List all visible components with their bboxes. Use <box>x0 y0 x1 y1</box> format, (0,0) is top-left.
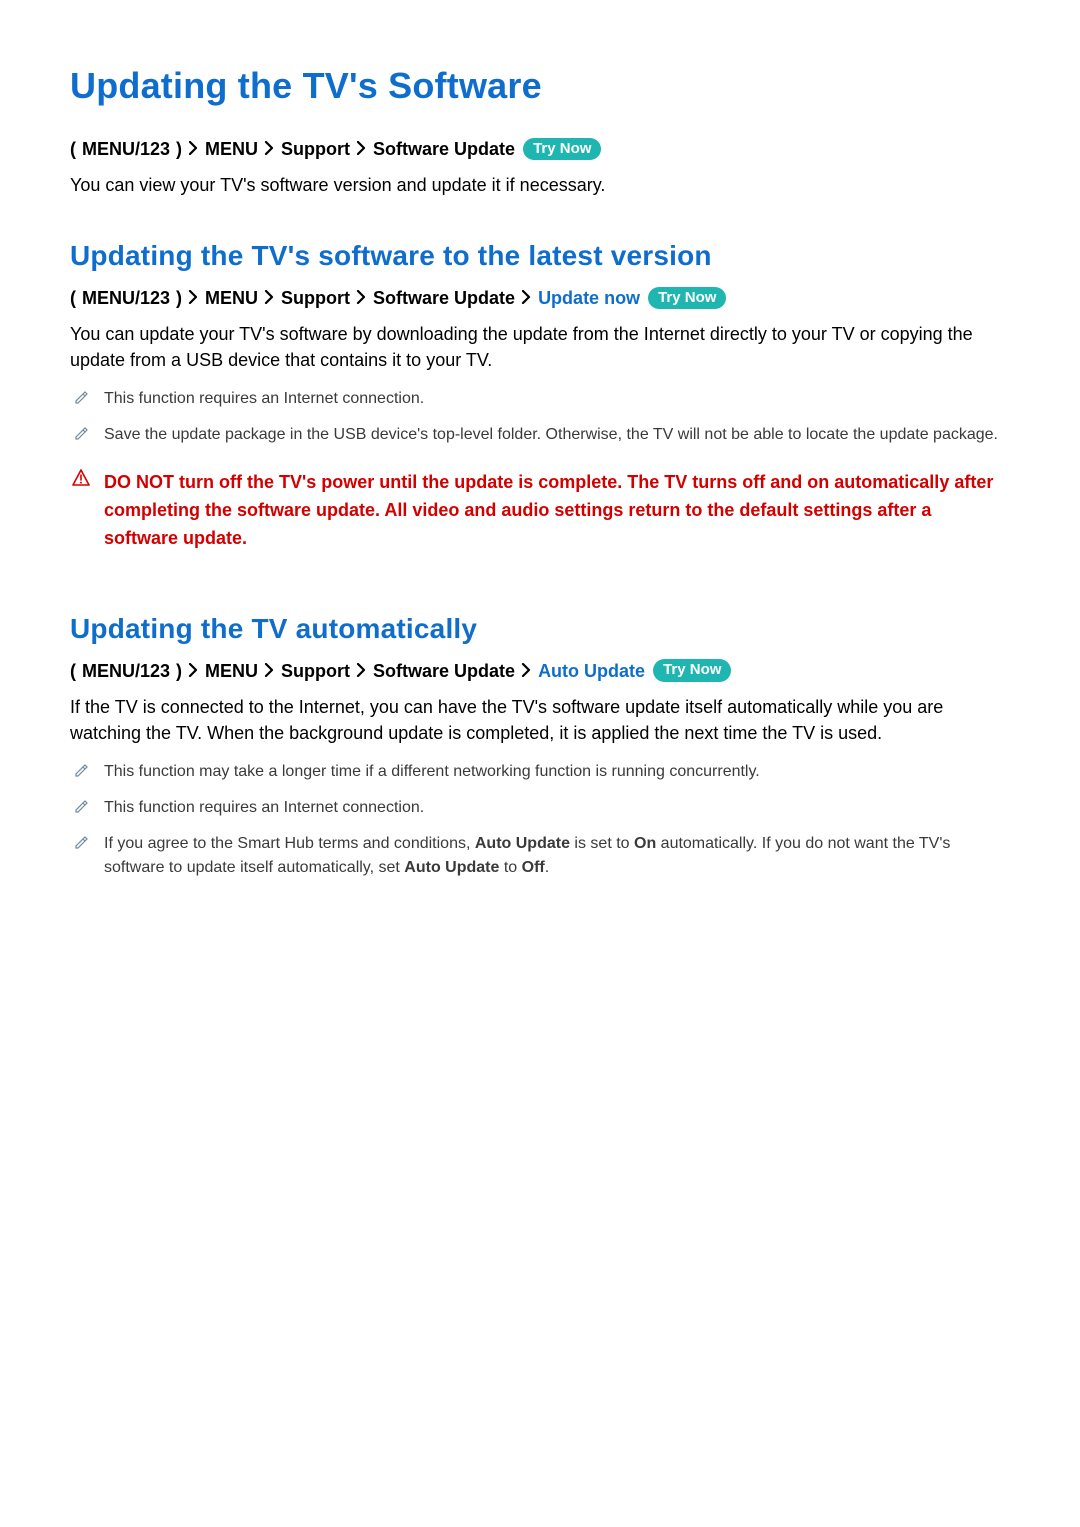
warning-text: DO NOT turn off the TV's power until the… <box>104 469 1010 553</box>
note-text: This function requires an Internet conne… <box>104 799 424 816</box>
pencil-icon <box>74 425 89 449</box>
intro-text: You can view your TV's software version … <box>70 172 1010 198</box>
chevron-right-icon <box>264 285 275 311</box>
note-text: This function requires an Internet conne… <box>104 390 424 407</box>
breadcrumb-update-now[interactable]: Update now <box>538 285 640 311</box>
breadcrumb-button-label: MENU/123 <box>82 658 170 684</box>
note-text: If you agree to the Smart Hub terms and … <box>104 835 950 876</box>
pencil-icon <box>74 798 89 822</box>
pencil-icon <box>74 834 89 858</box>
list-item: This function requires an Internet conne… <box>70 387 1010 411</box>
page-title: Updating the TV's Software <box>70 60 1010 112</box>
note-text: Save the update package in the USB devic… <box>104 426 998 443</box>
breadcrumb-paren-open: ( <box>70 285 76 311</box>
breadcrumb-button-label: MENU/123 <box>82 136 170 162</box>
pencil-icon <box>74 762 89 786</box>
pencil-icon <box>74 389 89 413</box>
chevron-right-icon <box>521 658 532 684</box>
breadcrumb-paren-close: ) <box>176 285 182 311</box>
chevron-right-icon <box>188 136 199 162</box>
try-now-badge[interactable]: Try Now <box>648 287 726 310</box>
list-item: Save the update package in the USB devic… <box>70 423 1010 447</box>
list-item: This function requires an Internet conne… <box>70 796 1010 820</box>
chevron-right-icon <box>188 658 199 684</box>
chevron-right-icon <box>521 285 532 311</box>
warning-icon <box>72 469 90 494</box>
try-now-badge[interactable]: Try Now <box>653 659 731 682</box>
breadcrumb-button-label: MENU/123 <box>82 285 170 311</box>
intro-section: (MENU/123) MENU Support Software Update … <box>70 136 1010 198</box>
section-body: You can update your TV's software by dow… <box>70 321 1010 373</box>
breadcrumb: (MENU/123) MENU Support Software Update … <box>70 658 1010 684</box>
try-now-badge[interactable]: Try Now <box>523 138 601 161</box>
warning-block: DO NOT turn off the TV's power until the… <box>70 469 1010 553</box>
section-body: If the TV is connected to the Internet, … <box>70 694 1010 746</box>
note-list: This function may take a longer time if … <box>70 760 1010 880</box>
breadcrumb: (MENU/123) MENU Support Software Update … <box>70 285 1010 311</box>
chevron-right-icon <box>264 658 275 684</box>
note-list: This function requires an Internet conne… <box>70 387 1010 447</box>
section-title: Updating the TV's software to the latest… <box>70 236 1010 277</box>
breadcrumb-auto-update[interactable]: Auto Update <box>538 658 645 684</box>
breadcrumb-software-update: Software Update <box>373 285 515 311</box>
breadcrumb-software-update: Software Update <box>373 658 515 684</box>
chevron-right-icon <box>356 658 367 684</box>
breadcrumb-support: Support <box>281 658 350 684</box>
breadcrumb-menu: MENU <box>205 658 258 684</box>
breadcrumb-paren-open: ( <box>70 136 76 162</box>
chevron-right-icon <box>264 136 275 162</box>
chevron-right-icon <box>356 285 367 311</box>
breadcrumb-paren-open: ( <box>70 658 76 684</box>
breadcrumb-support: Support <box>281 136 350 162</box>
document-page: Updating the TV's Software (MENU/123) ME… <box>0 0 1080 996</box>
chevron-right-icon <box>356 136 367 162</box>
section-title: Updating the TV automatically <box>70 609 1010 650</box>
breadcrumb-paren-close: ) <box>176 658 182 684</box>
breadcrumb-menu: MENU <box>205 285 258 311</box>
breadcrumb-support: Support <box>281 285 350 311</box>
list-item: If you agree to the Smart Hub terms and … <box>70 832 1010 880</box>
note-text: This function may take a longer time if … <box>104 763 760 780</box>
breadcrumb-paren-close: ) <box>176 136 182 162</box>
section-latest-version: Updating the TV's software to the latest… <box>70 236 1010 553</box>
chevron-right-icon <box>188 285 199 311</box>
list-item: This function may take a longer time if … <box>70 760 1010 784</box>
section-auto-update: Updating the TV automatically (MENU/123)… <box>70 609 1010 880</box>
breadcrumb-menu: MENU <box>205 136 258 162</box>
breadcrumb: (MENU/123) MENU Support Software Update … <box>70 136 1010 162</box>
breadcrumb-software-update: Software Update <box>373 136 515 162</box>
